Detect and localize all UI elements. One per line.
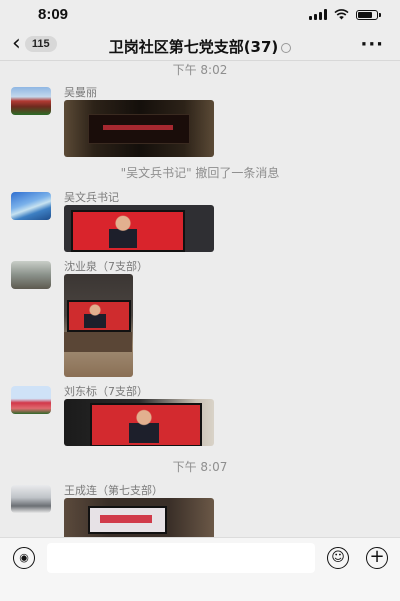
avatar[interactable] <box>11 386 51 414</box>
more-dots-icon: ··· <box>360 34 384 55</box>
chat-title-text: 卫岗社区第七党支部(37) <box>108 38 279 56</box>
sender-name: 刘东标（7支部） <box>64 385 148 398</box>
more-actions-button[interactable]: + <box>366 547 388 569</box>
wifi-icon <box>334 9 349 20</box>
timestamp: 下午 8:02 <box>172 63 228 77</box>
chevron-left-icon: ‹ <box>12 31 21 56</box>
emoji-icon: ☺ <box>331 550 345 565</box>
back-button[interactable]: ‹ 115 <box>12 33 57 55</box>
recall-notice: "吴文兵书记" 撤回了一条消息 <box>120 166 280 180</box>
chat-title: 卫岗社区第七党支部(37) <box>0 36 400 57</box>
battery-icon <box>356 9 381 20</box>
status-icons <box>309 9 381 20</box>
status-bar: 8:09 <box>0 0 400 30</box>
sender-name: 吴文兵书记 <box>64 191 119 204</box>
image-message[interactable] <box>64 274 133 377</box>
sender-name: 吴曼丽 <box>64 86 97 99</box>
more-options-button[interactable]: ··· <box>360 34 384 55</box>
avatar[interactable] <box>11 87 51 115</box>
plus-icon: + <box>369 546 385 567</box>
message-input[interactable] <box>47 543 315 573</box>
image-message[interactable] <box>64 100 214 157</box>
message-list[interactable]: 下午 8:02 吴曼丽 "吴文兵书记" 撤回了一条消息 吴文兵书记 沈业泉（7支… <box>0 61 400 537</box>
chat-header: ‹ 115 卫岗社区第七党支部(37) ··· <box>0 30 400 61</box>
status-time: 8:09 <box>38 6 69 23</box>
image-message[interactable] <box>64 399 214 446</box>
unread-count-badge: 115 <box>24 36 57 52</box>
avatar[interactable] <box>11 485 51 513</box>
avatar[interactable] <box>11 192 51 220</box>
emoji-button[interactable]: ☺ <box>327 547 349 569</box>
signal-icon <box>309 9 327 20</box>
image-message[interactable] <box>64 498 214 537</box>
voice-icon: ◉ <box>19 551 29 564</box>
image-message[interactable] <box>64 205 214 252</box>
sender-name: 沈业泉（7支部） <box>64 260 148 273</box>
sender-name: 王成连（第七支部） <box>64 484 163 497</box>
voice-input-button[interactable]: ◉ <box>13 547 35 569</box>
avatar[interactable] <box>11 261 51 289</box>
timestamp: 下午 8:07 <box>172 460 228 474</box>
input-toolbar: ◉ ☺ + <box>0 537 400 601</box>
mute-icon <box>281 42 292 53</box>
